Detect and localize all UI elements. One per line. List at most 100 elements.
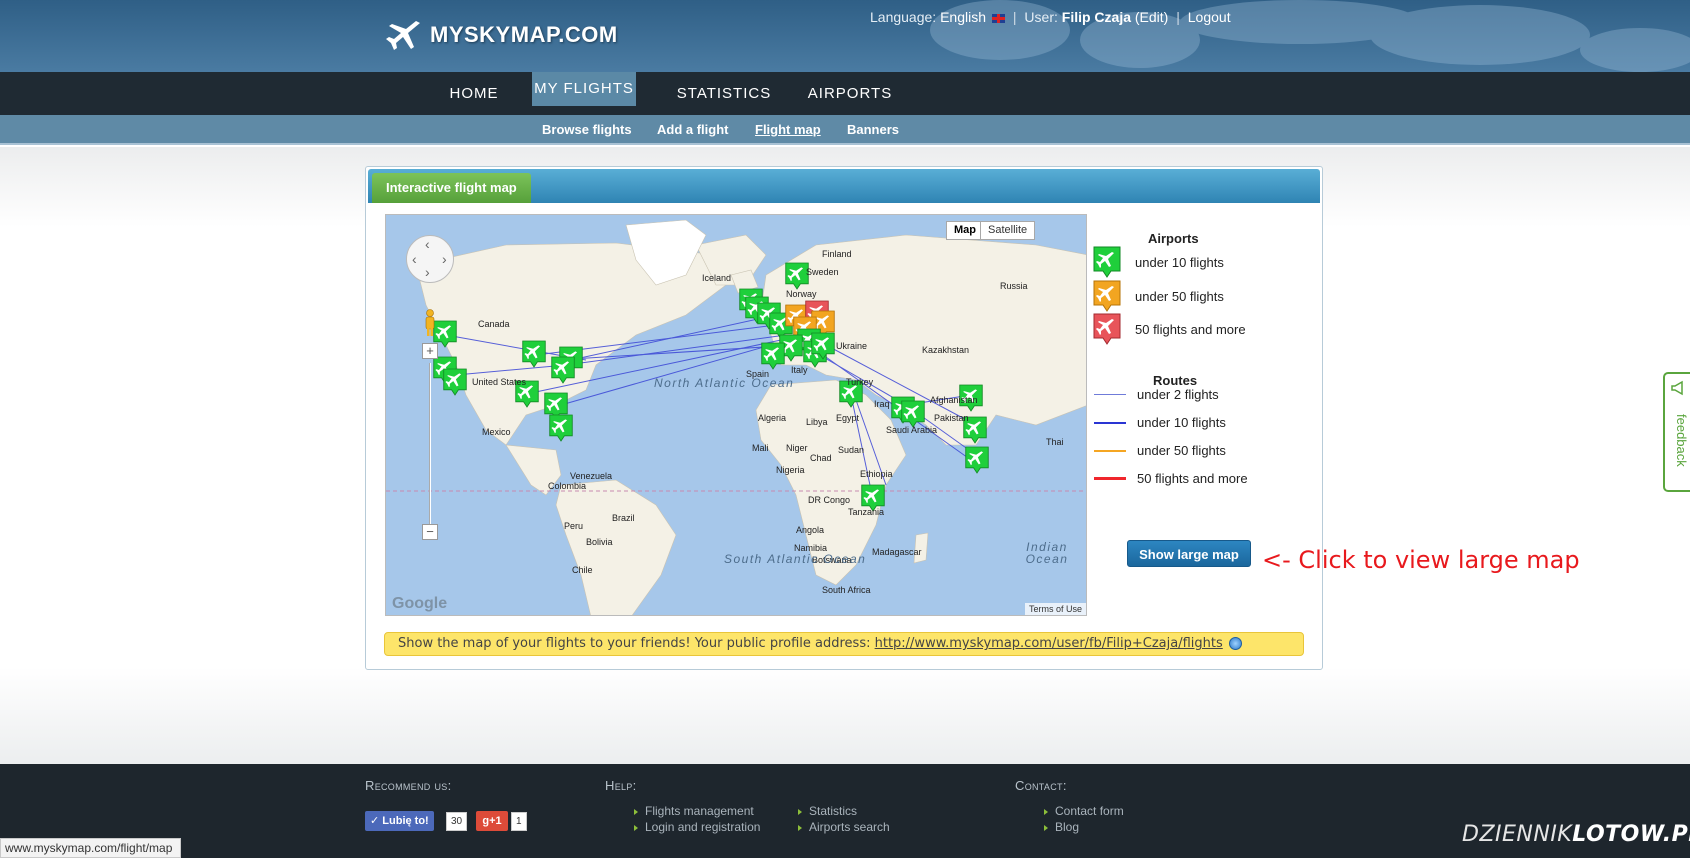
feedback-tab[interactable]: feedback <box>1663 372 1690 492</box>
nav-my-flights[interactable]: MY FLIGHTS <box>532 72 636 106</box>
footer-link-login-registration[interactable]: Login and registration <box>634 820 760 834</box>
public-profile-link[interactable]: http://www.myskymap.com/user/fb/Filip+Cz… <box>875 636 1223 651</box>
footer-link-contact-form[interactable]: Contact form <box>1044 804 1124 818</box>
facebook-like-count: 30 <box>446 812 468 831</box>
map-country-label: Angola <box>796 525 825 535</box>
footer-contact-title: Contact: <box>1015 778 1067 793</box>
flight-map-panel: Interactive flight map Map Satellite ‹ ‹… <box>365 166 1323 670</box>
nav-statistics[interactable]: STATISTICS <box>663 72 785 115</box>
subnav-browse-flights[interactable]: Browse flights <box>542 115 632 145</box>
map-country-label: Nigeria <box>776 465 805 475</box>
help-icon[interactable] <box>1228 637 1242 650</box>
site-footer: Recommend us: ✓ Lubię to! 30 g+1 1 Help:… <box>0 764 1690 858</box>
nav-airports[interactable]: AIRPORTS <box>800 72 900 115</box>
legend-route-under-50: under 50 flights <box>1094 443 1226 458</box>
airport-marker-icon[interactable] <box>442 367 468 397</box>
subnav-add-flight[interactable]: Add a flight <box>657 115 729 145</box>
footer-link-blog[interactable]: Blog <box>1044 820 1079 834</box>
map-country-label: Russia <box>1000 281 1028 291</box>
pan-left-icon[interactable]: ‹ <box>412 251 417 267</box>
pan-control[interactable]: ‹ ‹ › › <box>406 235 454 283</box>
tab-interactive-flight-map[interactable]: Interactive flight map <box>372 173 531 203</box>
legend-airport-label: 50 flights and more <box>1135 321 1246 337</box>
map-country-label: Mexico <box>482 427 511 437</box>
route-line-swatch <box>1094 449 1126 452</box>
green-airport-marker-icon <box>1093 246 1121 278</box>
language-selector[interactable]: English <box>940 9 986 25</box>
map-country-label: Iceland <box>702 273 732 283</box>
map-country-label: Canada <box>478 319 510 329</box>
ocean-label-north-atlantic: North Atlantic Ocean <box>654 376 795 390</box>
map-country-label: Egypt <box>836 413 860 423</box>
legend-airport-50-plus: 50 flights and more <box>1092 312 1246 346</box>
google-plus-button[interactable]: g+1 <box>476 811 508 831</box>
footer-link-flights-management[interactable]: Flights management <box>634 804 754 818</box>
zoom-out-button[interactable]: − <box>422 524 438 540</box>
legend-airport-under-50: under 50 flights <box>1092 279 1224 313</box>
map-country-label: Ethiopia <box>860 469 893 479</box>
nav-home[interactable]: HOME <box>426 72 522 115</box>
map-type-map[interactable]: Map <box>946 221 984 240</box>
airport-marker-icon[interactable] <box>548 413 574 443</box>
terms-of-use-link[interactable]: Terms of Use <box>1024 603 1086 615</box>
click-to-view-note: <- Click to view large map <box>1262 546 1580 574</box>
site-logo[interactable]: MYSKYMAP.COM <box>386 17 618 53</box>
facebook-like-button[interactable]: ✓ Lubię to! <box>365 811 434 831</box>
user-name: Filip Czaja <box>1061 9 1131 25</box>
pan-down-icon[interactable]: › <box>425 264 430 280</box>
subnav-flight-map[interactable]: Flight map <box>755 115 821 145</box>
airport-marker-icon[interactable] <box>810 331 836 361</box>
logo-text-b: MAP.COM <box>510 22 618 47</box>
map-country-label: Bolivia <box>586 537 613 547</box>
map-country-label: Saudi Arabia <box>886 425 938 435</box>
map-country-label: Iraq <box>874 399 890 409</box>
edit-profile-link[interactable]: (Edit) <box>1135 9 1168 25</box>
uk-flag-icon <box>992 13 1005 23</box>
footer-link-statistics[interactable]: Statistics <box>798 804 857 818</box>
map-country-label: Thai <box>1046 437 1064 447</box>
footer-help-title: Help: <box>605 778 637 793</box>
map-type-satellite[interactable]: Satellite <box>980 221 1036 240</box>
legend-route-50-plus: 50 flights and more <box>1094 471 1248 486</box>
pan-up-icon[interactable]: ‹ <box>425 236 430 252</box>
sub-nav: Browse flights Add a flight Flight map B… <box>0 115 1690 145</box>
legend-route-label: under 50 flights <box>1137 443 1226 458</box>
public-profile-bar: Show the map of your flights to your fri… <box>384 632 1304 656</box>
language-label: Language: <box>870 9 937 25</box>
ocean-label-indian: Indian Ocean <box>1025 540 1069 566</box>
zoom-in-button[interactable]: + <box>422 343 438 359</box>
plane-logo-icon <box>386 21 420 50</box>
map-country-label: Mali <box>752 443 769 453</box>
show-large-map-button[interactable]: Show large map <box>1127 540 1251 567</box>
google-logo[interactable]: Google <box>392 595 447 613</box>
legend-route-label: under 10 flights <box>1137 415 1226 430</box>
flight-map[interactable]: Map Satellite ‹ ‹ › › + − Iceland Finland… <box>385 214 1087 616</box>
logout-link[interactable]: Logout <box>1188 9 1231 25</box>
legend-airport-label: under 50 flights <box>1135 288 1224 304</box>
legend-airports-title: Airports <box>1148 231 1199 246</box>
legend-route-label: 50 flights and more <box>1137 471 1248 486</box>
route-line-swatch <box>1094 421 1126 424</box>
airport-marker-icon[interactable] <box>550 355 576 385</box>
map-country-label: Ukraine <box>836 341 868 351</box>
map-country-label: Norway <box>786 289 817 299</box>
pegman-icon[interactable] <box>424 309 436 337</box>
map-country-label: Turkey <box>846 377 874 387</box>
facebook-like-label: Lubię to! <box>382 815 429 827</box>
watermark: DZIENNIKLOTOW.PL <box>1462 822 1690 847</box>
pan-right-icon[interactable]: › <box>442 251 447 267</box>
map-country-label: Chad <box>810 453 832 463</box>
airport-marker-icon[interactable] <box>760 341 786 371</box>
map-country-label: Madagascar <box>872 547 922 557</box>
map-country-label: Algeria <box>758 413 787 423</box>
subnav-banners[interactable]: Banners <box>847 115 899 145</box>
legend-airport-under-10: under 10 flights <box>1092 245 1224 279</box>
airport-marker-icon[interactable] <box>964 445 990 475</box>
public-profile-text: Show the map of your flights to your fri… <box>398 636 875 651</box>
map-country-label: Libya <box>806 417 828 427</box>
airport-marker-icon[interactable] <box>521 339 547 369</box>
legend-airport-label: under 10 flights <box>1135 254 1224 270</box>
zoom-track[interactable] <box>429 363 431 538</box>
feedback-label: feedback <box>1674 414 1689 467</box>
footer-link-airports-search[interactable]: Airports search <box>798 820 890 834</box>
